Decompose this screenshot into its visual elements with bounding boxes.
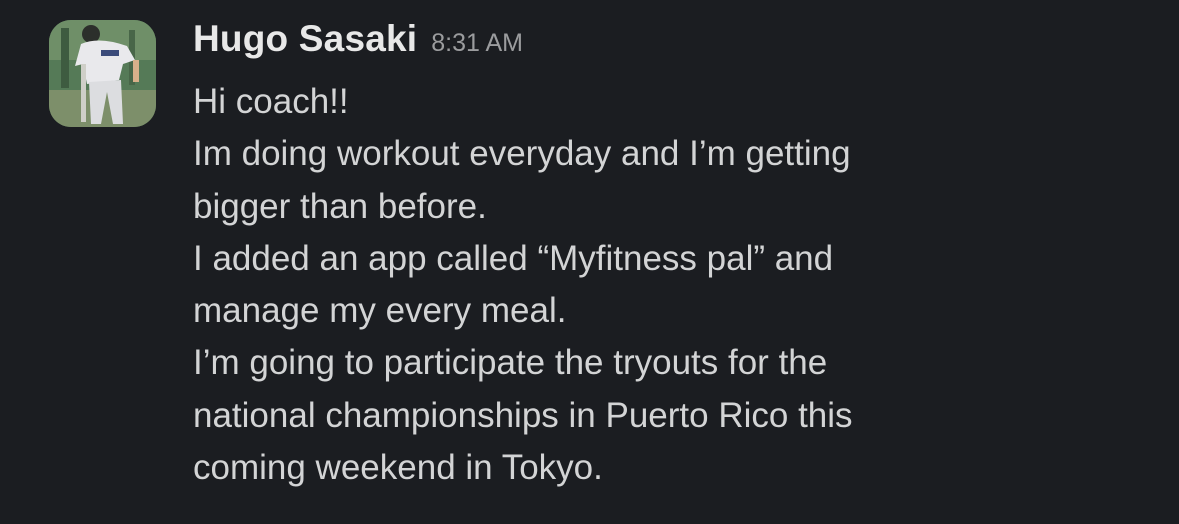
user-avatar[interactable] — [49, 20, 156, 127]
message-line: manage my every meal. — [193, 291, 567, 331]
message-line: I’m going to participate the tryouts for… — [193, 343, 828, 383]
message-timestamp[interactable]: 8:31 AM — [431, 29, 523, 58]
message-line: coming weekend in Tokyo. — [193, 448, 603, 488]
message-content: Hugo Sasaki 8:31 AM Hi coach!! Im doing … — [193, 18, 1149, 494]
message-header: Hugo Sasaki 8:31 AM — [193, 18, 1149, 74]
chat-message: Hugo Sasaki 8:31 AM Hi coach!! Im doing … — [0, 0, 1179, 524]
user-avatar-photo-icon — [49, 20, 156, 127]
sender-name[interactable]: Hugo Sasaki — [193, 18, 417, 60]
message-line: Hi coach!! — [193, 82, 349, 121]
message-line: national championships in Puerto Rico th… — [193, 395, 853, 435]
message-line: Im doing workout everyday and I’m gettin… — [193, 134, 851, 174]
message-body: Hi coach!! Im doing workout everyday and… — [193, 76, 1149, 494]
message-line: I added an app called “Myfitness pal” an… — [193, 238, 834, 278]
message-line: bigger than before. — [193, 186, 487, 226]
